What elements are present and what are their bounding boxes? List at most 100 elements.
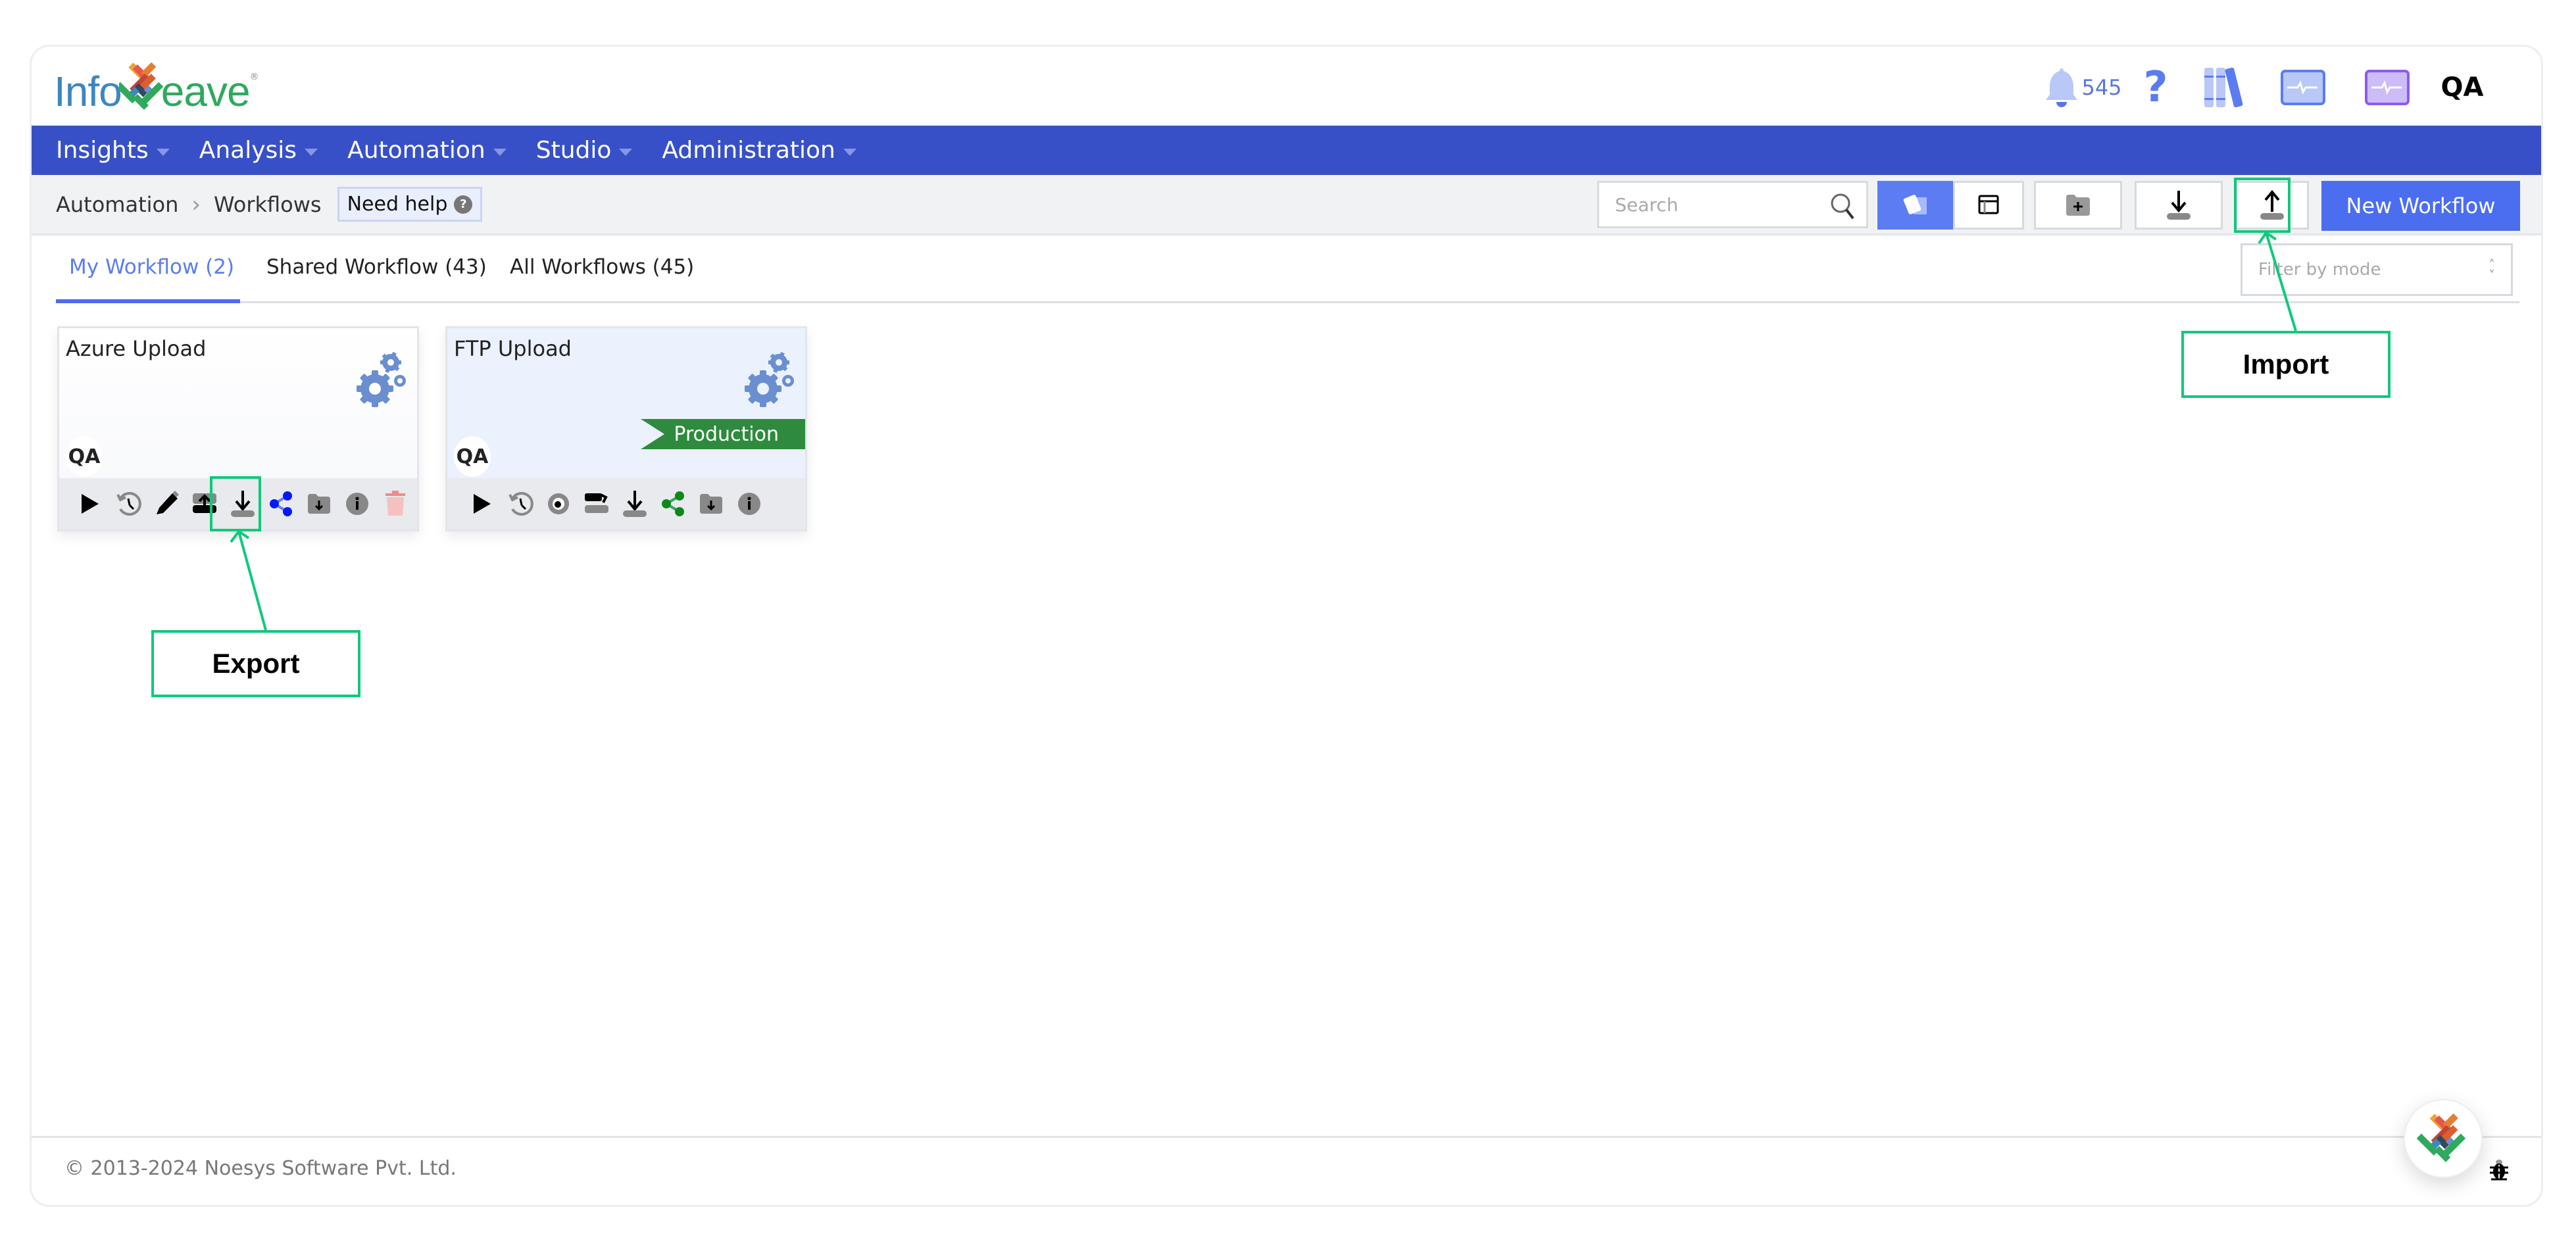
assistant-fab[interactable] [2404, 1099, 2483, 1178]
user-avatar[interactable]: QA [2429, 61, 2495, 114]
logo-text-weave: eave [161, 68, 251, 115]
new-workflow-button[interactable]: New Workflow [2321, 181, 2520, 231]
delete-button[interactable] [376, 485, 414, 522]
sort-caret-icon: ˄ ˅ [2489, 257, 2495, 283]
play-icon [82, 494, 99, 514]
nav-studio[interactable]: Studio [536, 137, 633, 164]
history-icon [116, 492, 141, 516]
nav-label: Automation [347, 137, 485, 164]
caret-down-icon [493, 149, 507, 156]
workflow-card[interactable]: FTP Upload Production QA [445, 326, 807, 531]
folder-download-icon [700, 494, 722, 514]
header-actions: 545 ? QA [2044, 61, 2495, 114]
tab-my-workflow[interactable]: My Workflow (2) [69, 255, 234, 279]
gears-icon [357, 352, 406, 407]
import-highlight [2234, 178, 2291, 233]
edit-button[interactable] [147, 485, 186, 522]
process-monitor-button[interactable] [2345, 61, 2429, 114]
header: Info eave ® 545 ? QA [32, 47, 2541, 126]
help-icon: ? [2143, 63, 2168, 112]
notifications-button[interactable]: 545 [2044, 61, 2123, 114]
card-view-icon [1903, 195, 1927, 214]
need-help-label: Need help [347, 193, 448, 216]
owner-avatar: QA [66, 436, 103, 477]
table-view-icon [1978, 195, 1999, 214]
export-button[interactable] [616, 485, 654, 522]
new-folder-button[interactable] [2034, 181, 2122, 230]
help-button[interactable]: ? [2123, 61, 2189, 114]
info-icon [738, 493, 760, 515]
library-button[interactable] [2189, 61, 2261, 114]
breadcrumb-automation[interactable]: Automation [56, 192, 178, 217]
caret-down-icon [843, 149, 856, 156]
search-icon[interactable] [1829, 192, 1856, 221]
share-button[interactable] [262, 485, 300, 522]
page-toolbar: Automation › Workflows Need help ? Searc… [32, 175, 2541, 235]
export-callout: Export [151, 630, 360, 697]
workflow-name: FTP Upload [454, 336, 572, 361]
breadcrumb-workflows: Workflows [213, 191, 322, 217]
caret-down-icon [156, 149, 170, 156]
folder-plus-icon [2066, 195, 2090, 216]
breadcrumb: Automation › Workflows Need help ? [56, 175, 483, 233]
logo-weave-icon [115, 61, 164, 112]
nav-insights[interactable]: Insights [56, 137, 170, 164]
switch-mode-icon [585, 493, 608, 513]
infoweave-logo[interactable]: Info eave ® [54, 60, 259, 112]
move-to-folder-button[interactable] [692, 485, 730, 522]
import-callout: Import [2181, 331, 2390, 398]
move-to-folder-button[interactable] [300, 485, 338, 522]
bug-report-icon[interactable] [2489, 1158, 2510, 1181]
history-button[interactable] [501, 485, 539, 522]
export-icon [623, 491, 647, 517]
filter-placeholder: Filter by mode [2258, 260, 2381, 280]
nav-label: Administration [662, 137, 835, 164]
tab-shared-workflow[interactable]: Shared Workflow (43) [266, 255, 487, 279]
caret-down-icon [619, 149, 633, 156]
export-highlight [210, 476, 261, 531]
app-window: Info eave ® 545 ? QA Insights Analysis A… [30, 45, 2543, 1207]
nav-label: Analysis [199, 137, 297, 164]
help-circle-icon: ? [454, 195, 473, 214]
card-view-button[interactable] [1877, 181, 1955, 230]
trash-icon [385, 491, 405, 516]
nav-administration[interactable]: Administration [662, 137, 856, 164]
download-icon [2167, 191, 2191, 220]
active-tab-indicator [56, 299, 240, 303]
info-button[interactable] [730, 485, 768, 522]
bell-icon [2046, 68, 2078, 107]
tab-all-workflows[interactable]: All Workflows (45) [510, 255, 694, 279]
main-nav: Insights Analysis Automation Studio Admi… [32, 126, 2541, 175]
folder-download-icon [308, 494, 330, 514]
play-icon [474, 494, 491, 514]
view-button[interactable] [539, 485, 578, 522]
info-icon [346, 493, 368, 515]
run-button[interactable] [71, 485, 109, 522]
download-button[interactable] [2135, 181, 2223, 230]
search-box [1597, 181, 1868, 228]
workflow-name: Azure Upload [66, 336, 207, 361]
table-view-button[interactable] [1953, 181, 2024, 230]
eye-icon [548, 493, 569, 514]
need-help-button[interactable]: Need help ? [337, 187, 483, 222]
gears-icon [745, 352, 794, 407]
user-avatar-text: QA [2440, 72, 2484, 103]
info-button[interactable] [338, 485, 376, 522]
activity-monitor-button[interactable] [2261, 61, 2345, 114]
breadcrumb-separator: › [191, 191, 201, 218]
nav-automation[interactable]: Automation [347, 137, 507, 164]
history-icon [508, 492, 533, 516]
monitor-icon [2281, 70, 2325, 105]
filter-by-mode-select[interactable]: Filter by mode ˄ ˅ [2241, 243, 2513, 296]
library-icon [2204, 67, 2243, 108]
run-button[interactable] [463, 485, 501, 522]
history-button[interactable] [109, 485, 147, 522]
switch-mode-button[interactable] [578, 485, 616, 522]
nav-label: Insights [56, 137, 149, 164]
logo-text-info: Info [54, 68, 122, 115]
search-input[interactable] [1615, 193, 1825, 216]
nav-analysis[interactable]: Analysis [199, 137, 318, 164]
notification-count: 545 [2081, 75, 2122, 100]
share-button[interactable] [654, 485, 692, 522]
copyright: © 2013-2024 Noesys Software Pvt. Ltd. [64, 1157, 457, 1180]
